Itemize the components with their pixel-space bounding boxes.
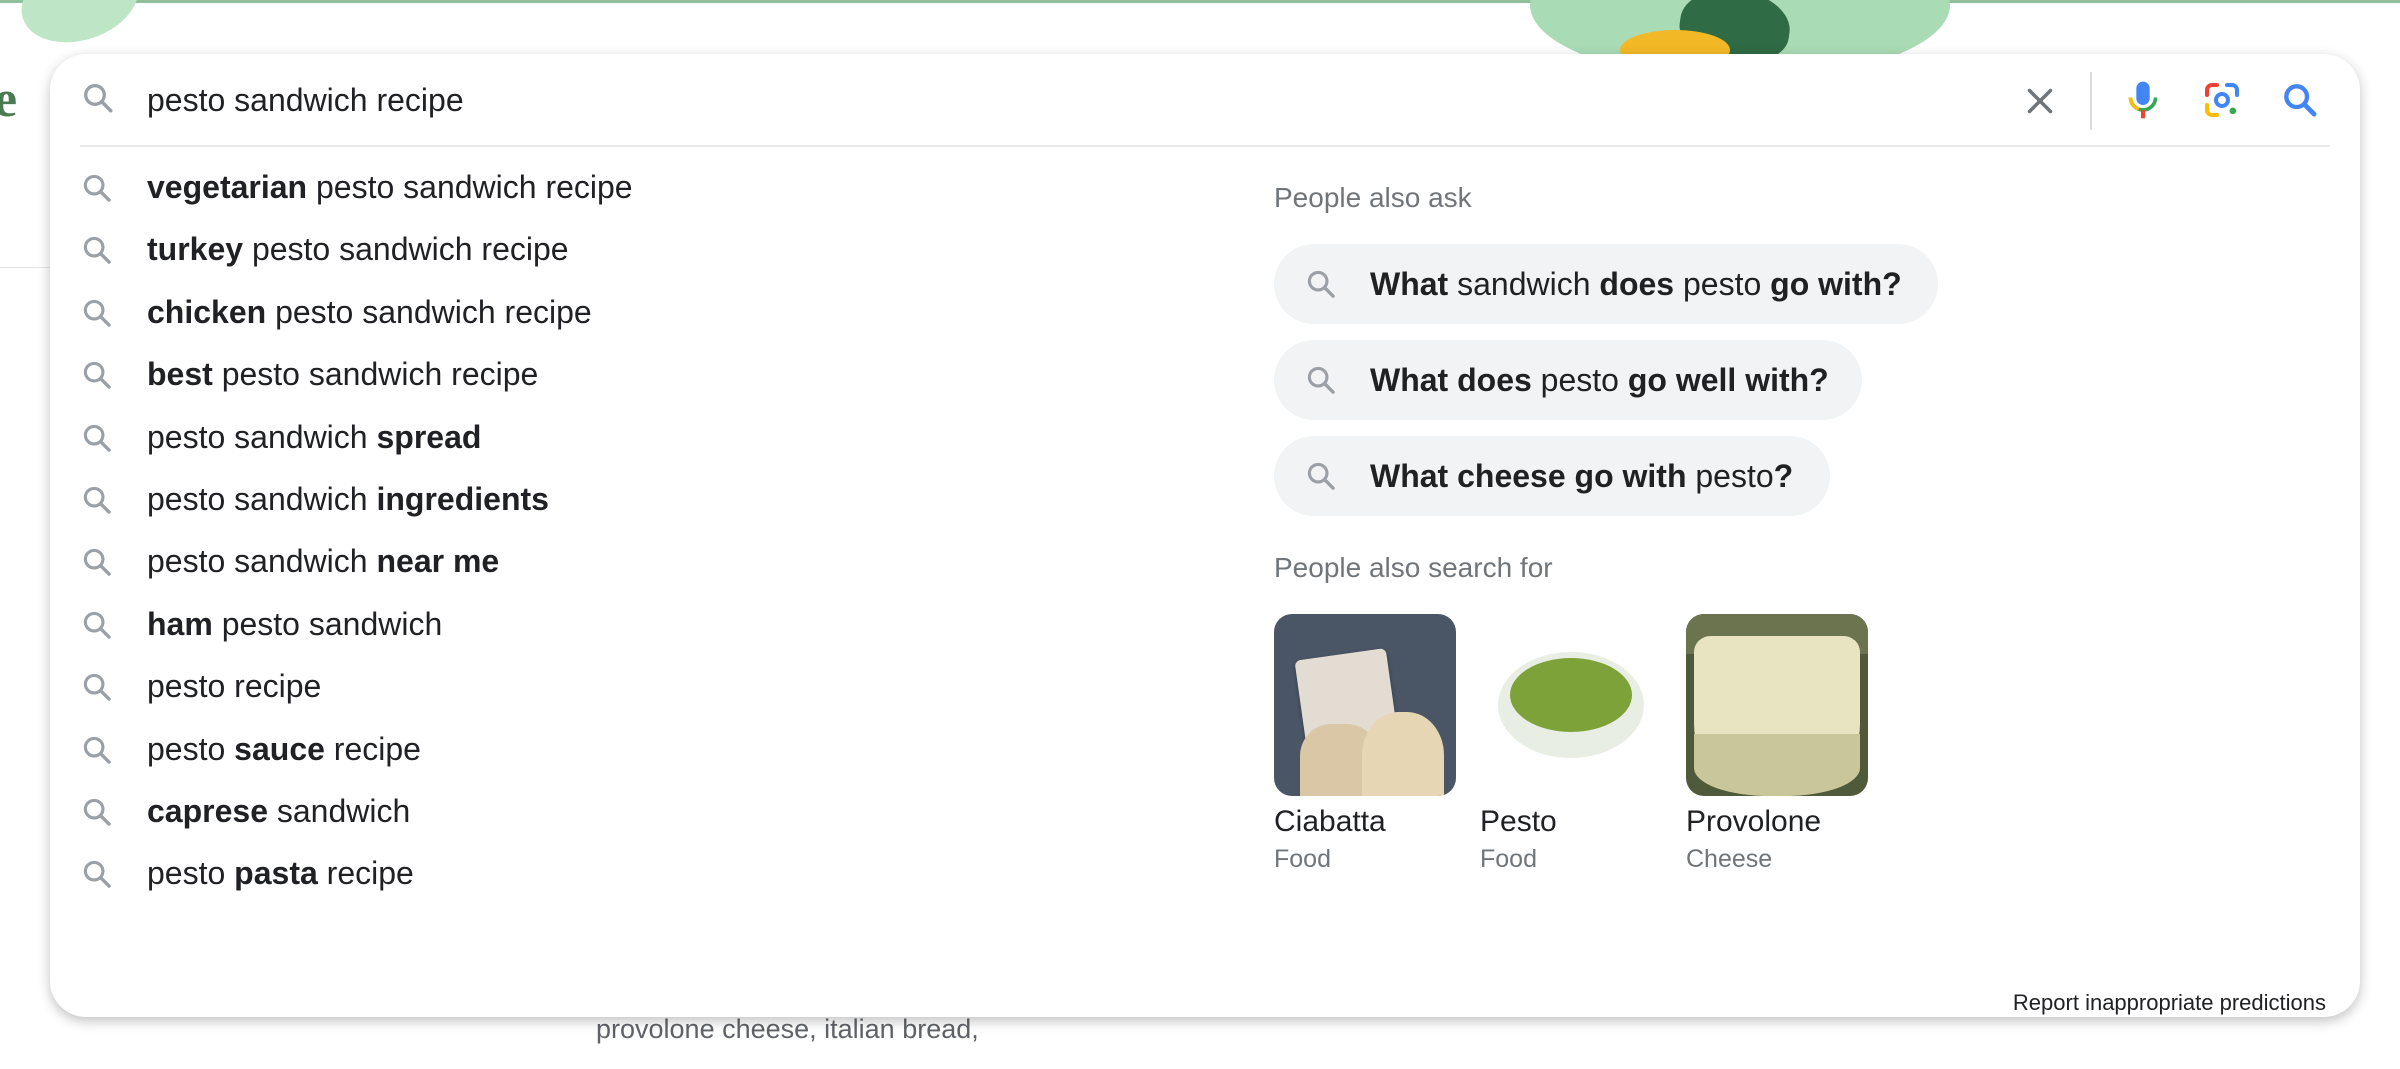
suggestion-item[interactable]: chicken pesto sandwich recipe <box>50 281 1230 343</box>
search-box-divider <box>80 145 2330 147</box>
suggestion-text: chicken pesto sandwich recipe <box>147 293 592 330</box>
suggestion-text: best pesto sandwich recipe <box>147 356 539 393</box>
suggestion-text: ham pesto sandwich <box>147 605 443 642</box>
suggestion-item[interactable]: pesto sauce recipe <box>50 718 1230 780</box>
search-box[interactable]: pesto sandwich recipe <box>50 54 2360 146</box>
search-icon <box>80 608 114 642</box>
search-icon <box>80 857 114 891</box>
question-chip[interactable]: What sandwich does pesto go with? <box>1274 244 1938 324</box>
provolone-thumbnail <box>1686 614 1868 796</box>
suggestion-text: pesto sandwich ingredients <box>147 480 549 517</box>
page-header-banner <box>0 0 2400 59</box>
search-icon <box>80 80 116 116</box>
camera-lens-icon <box>2205 83 2239 117</box>
suggestion-item[interactable]: pesto sandwich near me <box>50 530 1230 592</box>
autocomplete-dropdown: pesto sandwich recipe vegetarian pesto s… <box>50 54 2360 1017</box>
search-input[interactable]: pesto sandwich recipe <box>147 80 464 120</box>
people-also-search-for-title: People also search for <box>1274 552 1553 583</box>
suggestion-item[interactable]: best pesto sandwich recipe <box>50 343 1230 405</box>
suggestion-item[interactable]: caprese sandwich <box>50 780 1230 842</box>
suggestion-text: turkey pesto sandwich recipe <box>147 231 569 268</box>
result-snippet: provolone cheese, italian bread, <box>596 1014 979 1044</box>
entity-type: Cheese <box>1686 845 1773 873</box>
search-icon <box>80 733 114 767</box>
question-chip[interactable]: What cheese go with pesto? <box>1274 436 1830 516</box>
suggestion-item[interactable]: pesto sandwich ingredients <box>50 468 1230 530</box>
suggestion-item[interactable]: vegetarian pesto sandwich recipe <box>50 156 1230 218</box>
search-icon <box>2284 84 2317 117</box>
pesto-thumbnail <box>1480 614 1662 796</box>
suggestion-item[interactable]: pesto sandwich spread <box>50 406 1230 468</box>
toolbar-divider <box>2090 72 2092 130</box>
entity-type: Food <box>1274 845 1331 873</box>
search-icon <box>80 358 114 392</box>
related-entity-card[interactable]: Provolone Cheese <box>1686 614 1868 874</box>
suggestion-text: caprese sandwich <box>147 792 411 829</box>
search-icon <box>80 795 114 829</box>
suggestion-item[interactable]: turkey pesto sandwich recipe <box>50 218 1230 280</box>
search-icon <box>80 233 114 267</box>
search-icon <box>80 483 114 517</box>
close-icon <box>2027 88 2053 114</box>
suggestion-item[interactable]: pesto pasta recipe <box>50 842 1230 904</box>
voice-search-button[interactable] <box>2117 74 2169 126</box>
suggestion-text: pesto pasta recipe <box>147 855 414 892</box>
search-icon <box>80 545 114 579</box>
logo-fragment: e <box>0 71 18 128</box>
suggestion-item[interactable]: pesto recipe <box>50 655 1230 717</box>
people-also-ask-title: People also ask <box>1274 182 1472 213</box>
entity-name: Ciabatta <box>1274 805 1386 838</box>
search-icon <box>1304 459 1338 493</box>
clear-button[interactable] <box>2015 76 2065 126</box>
microphone-icon <box>2128 81 2158 119</box>
lens-search-button[interactable] <box>2196 74 2248 126</box>
suggestion-text: pesto sandwich spread <box>147 418 482 455</box>
suggestion-text: vegetarian pesto sandwich recipe <box>147 169 633 205</box>
search-icon <box>80 171 114 205</box>
search-submit-button[interactable] <box>2274 74 2326 126</box>
suggestion-list: vegetarian pesto sandwich recipe turkey p… <box>50 156 1230 905</box>
question-text: What cheese go with pesto? <box>1370 458 1794 494</box>
ciabatta-thumbnail <box>1274 614 1456 796</box>
search-icon <box>80 421 114 455</box>
question-chip[interactable]: What does pesto go well with? <box>1274 340 1862 420</box>
suggestion-item[interactable]: ham pesto sandwich <box>50 593 1230 655</box>
search-icon <box>80 296 114 330</box>
entity-name: Pesto <box>1480 805 1557 838</box>
question-text: What does pesto go well with? <box>1370 362 1829 398</box>
entity-name: Provolone <box>1686 805 1822 838</box>
search-icon <box>80 670 114 704</box>
related-entity-card[interactable]: Pesto Food <box>1480 614 1662 874</box>
suggestion-text: pesto sandwich near me <box>147 543 500 580</box>
related-entity-card[interactable]: Ciabatta Food <box>1274 614 1456 874</box>
suggestion-text: pesto recipe <box>147 668 322 705</box>
search-icon <box>1304 267 1338 301</box>
report-predictions-link[interactable]: Report inappropriate predictions <box>2013 990 2326 1016</box>
question-text: What sandwich does pesto go with? <box>1370 266 1902 302</box>
suggestion-text: pesto sauce recipe <box>147 730 421 767</box>
entity-type: Food <box>1480 845 1537 873</box>
search-icon <box>1304 363 1338 397</box>
